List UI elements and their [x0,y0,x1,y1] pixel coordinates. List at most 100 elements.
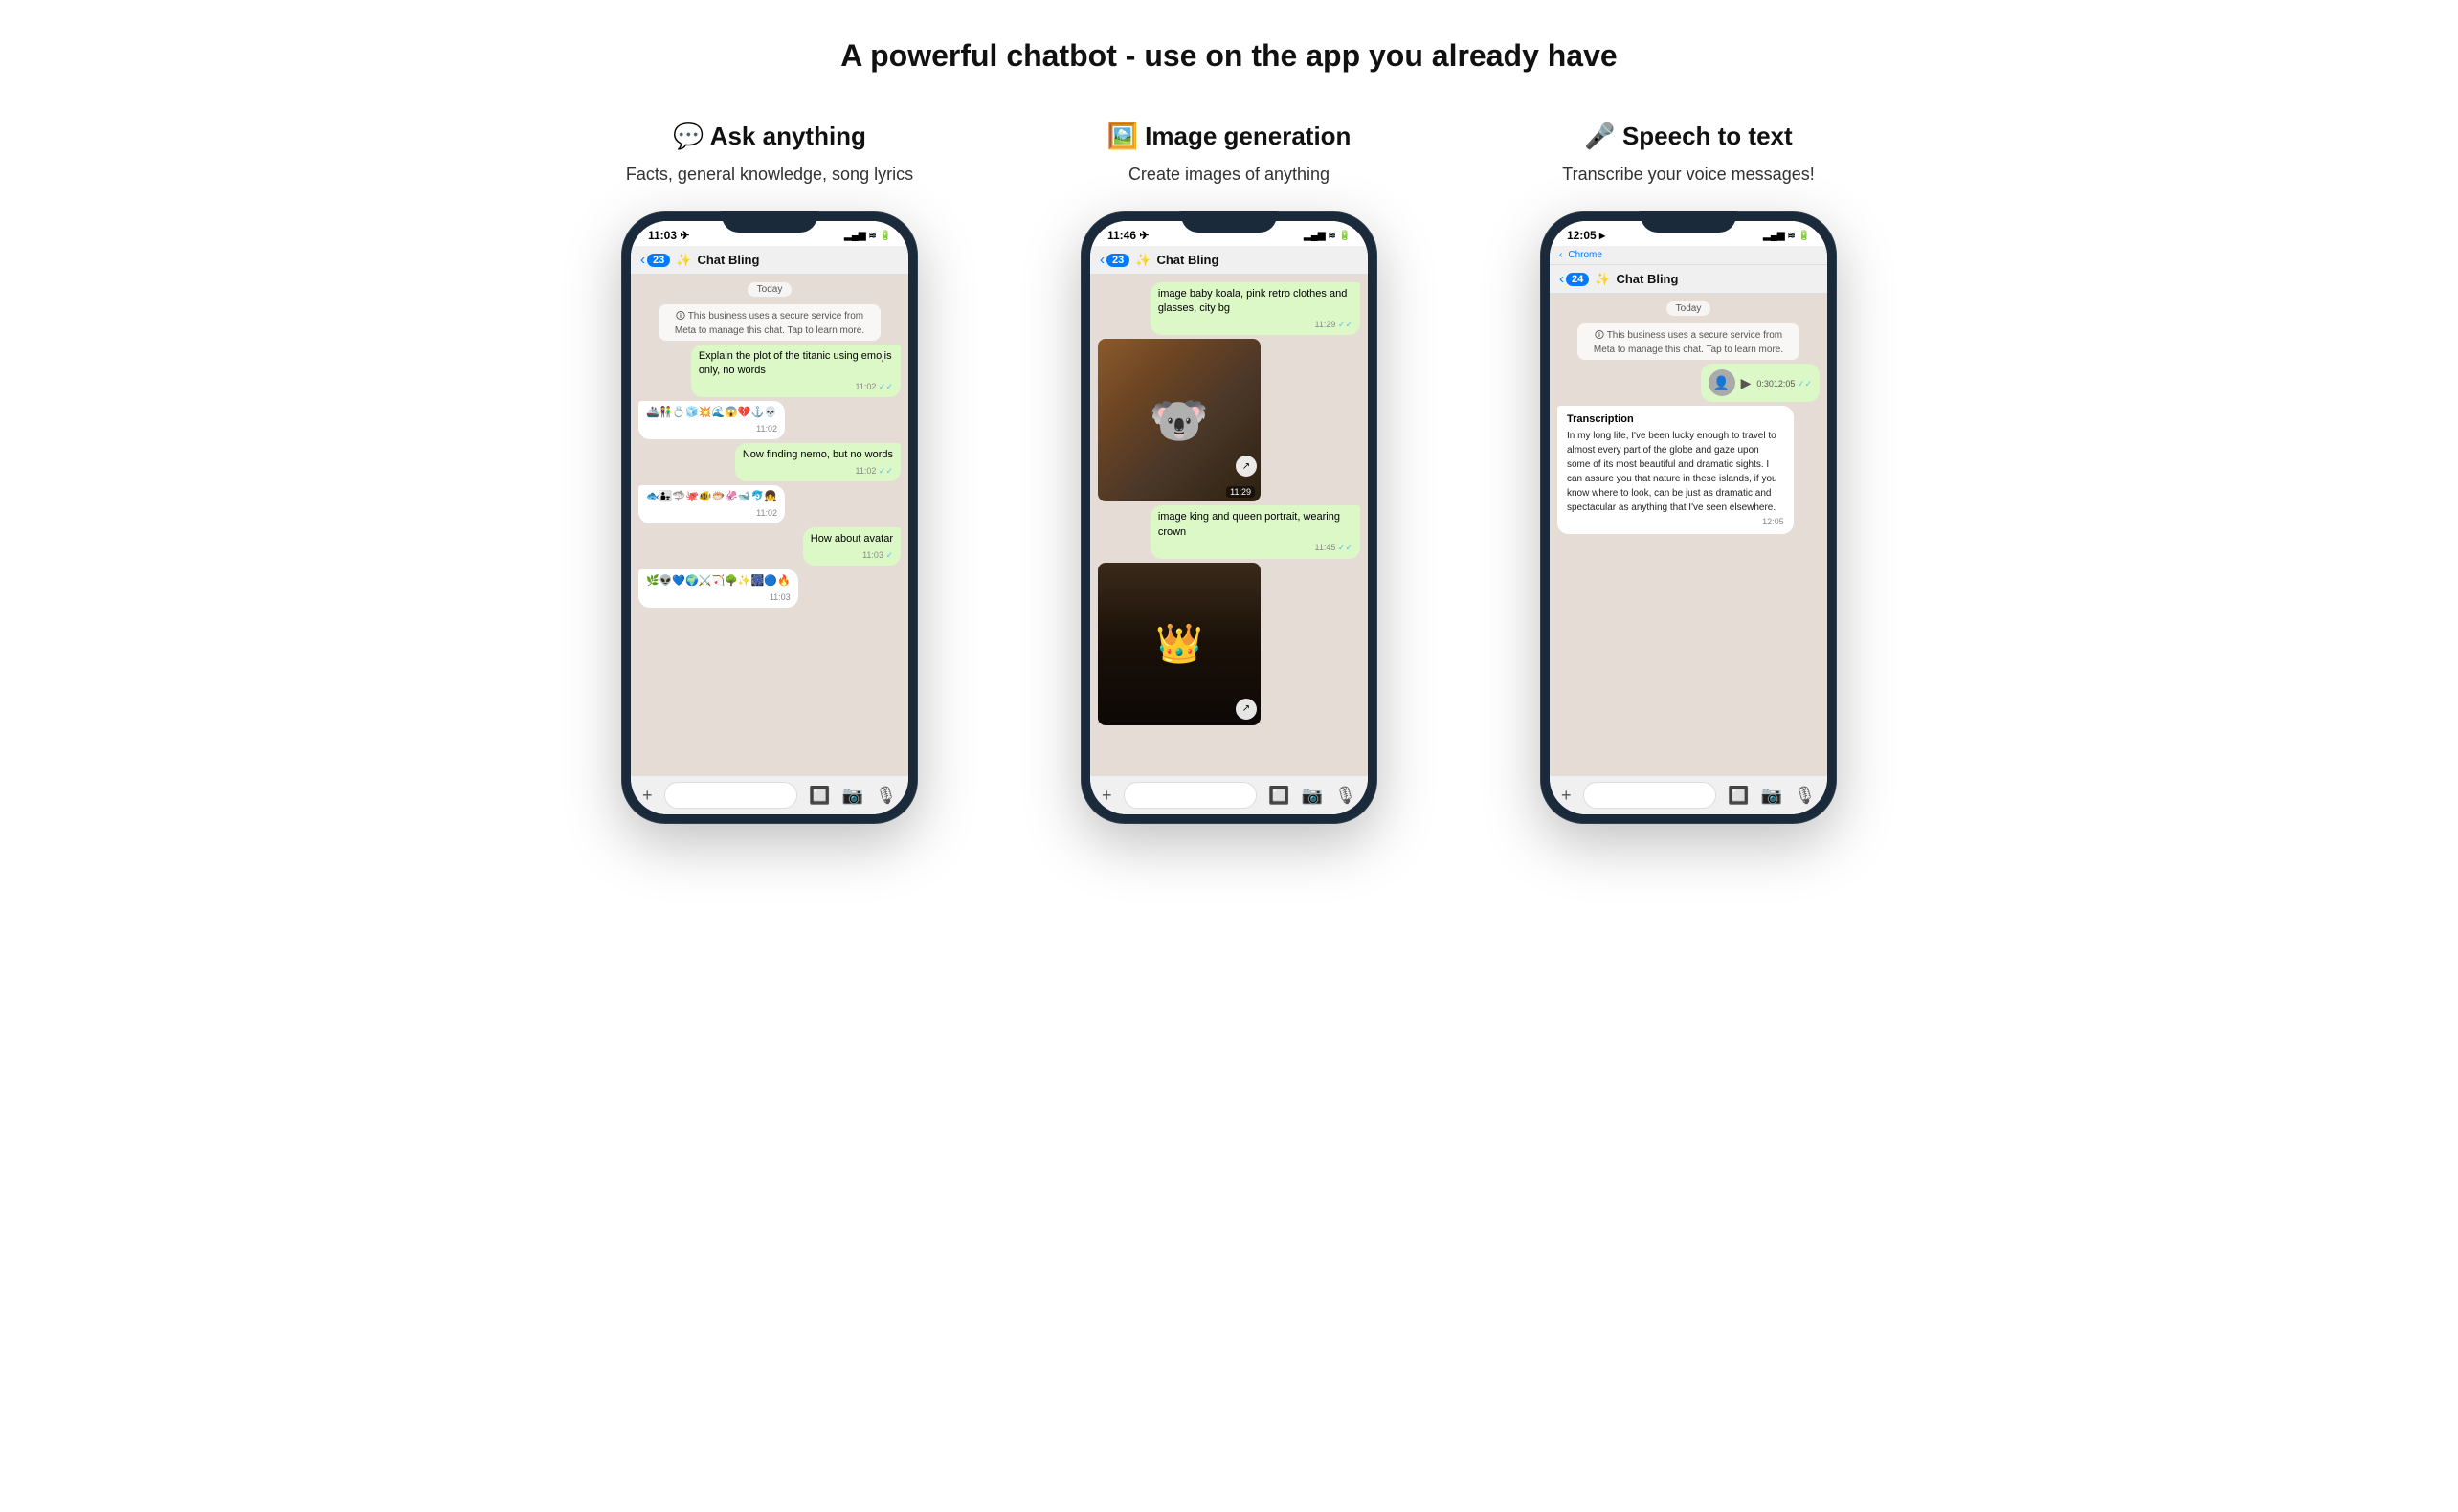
msg-sent-1: Explain the plot of the titanic using em… [691,345,901,397]
wa-header-speech: ‹ 24 ✨ Chat Bling [1550,265,1827,294]
status-icons-speech: ▂▄▆ ≋ 🔋 [1763,231,1810,241]
camera-icon-image[interactable]: 📷 [1302,786,1323,806]
badge-image: 23 [1106,254,1129,267]
msg-time-img-1: 11:29 ✓✓ [1158,319,1352,331]
page-title: A powerful chatbot - use on the app you … [840,38,1617,74]
sparkle-icon-speech: ✨ [1595,272,1610,287]
image-icon: 🖼️ [1107,122,1138,150]
status-icons-ask: ▂▄▆ ≋ 🔋 [844,231,891,241]
chat-name-image: Chat Bling [1156,253,1218,267]
phone-screen-image: 11:46 ✈ ▂▄▆ ≋ 🔋 ‹ 23 ✨ Chat Bling image … [1090,221,1368,814]
column-speech: 🎤 Speech to text Transcribe your voice m… [1487,122,1889,824]
wa-header-ask: ‹ 23 ✨ Chat Bling [631,246,908,275]
king-visual: 👑 [1098,563,1261,725]
camera-icon-speech[interactable]: 📷 [1761,786,1782,806]
feature-subtitle-image: Create images of anything [1128,165,1330,185]
chat-area-speech[interactable]: Today 🛈 This business uses a secure serv… [1550,294,1827,775]
column-ask: 💬 Ask anything Facts, general knowledge,… [569,122,971,824]
chevron-left-icon: ‹ [1559,250,1562,260]
badge-speech: 24 [1566,273,1589,286]
voice-waveform-container: 0:30 12:05 ✓✓ [1756,377,1812,389]
chrome-label: Chrome [1568,250,1602,260]
msg-time-r3: 11:03 [646,591,791,604]
date-label-ask: Today [748,282,793,297]
feature-title-ask: 💬 Ask anything [673,122,866,151]
koala-time: 11:29 [1226,486,1255,498]
voice-duration: 0:30 [1756,379,1774,389]
play-button[interactable]: ▶ [1741,375,1752,391]
wa-bottom-speech: + 🔲 📷 🎙 [1550,775,1827,814]
phone-screen-ask: 11:03 ✈ ▂▄▆ ≋ 🔋 ‹ 23 ✨ Chat Bling Today … [631,221,908,814]
transcript-title: Transcription [1567,413,1784,425]
chat-area-ask[interactable]: Today 🛈 This business uses a secure serv… [631,275,908,775]
time-speech: 12:05 ▸ [1567,229,1605,242]
voice-message: 👤 ▶ 0:30 12:05 ✓✓ [1701,364,1820,402]
king-image: 👑 [1098,563,1261,725]
phone-ask: 11:03 ✈ ▂▄▆ ≋ 🔋 ‹ 23 ✨ Chat Bling Today … [621,211,918,824]
plus-icon-image[interactable]: + [1102,786,1112,806]
phone-notch-speech [1641,211,1736,233]
sticker-icon-image[interactable]: 🔲 [1268,786,1289,806]
voice-meta: 0:30 12:05 ✓✓ [1756,379,1812,389]
msg-recv-1: 🚢👫💍🧊💥🌊😱💔⚓💀 11:02 [638,401,785,439]
msg-sent-3: How about avatar 11:03 ✓ [803,527,901,566]
chrome-bar: ‹ Chrome [1550,246,1827,265]
time-ask: 11:03 ✈ [648,229,689,242]
wa-header-image: ‹ 23 ✨ Chat Bling [1090,246,1368,275]
input-area-speech[interactable] [1583,782,1717,809]
koala-visual: 🐨 [1098,339,1261,501]
camera-icon-ask[interactable]: 📷 [842,786,863,806]
transcript-text: In my long life, I've been lucky enough … [1567,429,1784,515]
plus-icon-ask[interactable]: + [642,786,653,806]
system-msg-speech: 🛈 This business uses a secure service fr… [1577,323,1800,360]
column-image: 🖼️ Image generation Create images of any… [1028,122,1430,824]
king-container: 👑 ↗ [1098,563,1261,725]
back-button-image[interactable]: ‹ 23 [1100,252,1129,268]
input-area-ask[interactable] [664,782,798,809]
time-image: 11:46 ✈ [1107,229,1149,242]
date-label-speech: Today [1666,301,1711,316]
sparkle-icon-image: ✨ [1135,253,1151,268]
chat-area-image[interactable]: image baby koala, pink retro clothes and… [1090,275,1368,775]
phone-notch-img [1181,211,1277,233]
feature-subtitle-ask: Facts, general knowledge, song lyrics [626,165,913,185]
sticker-icon-ask[interactable]: 🔲 [809,786,830,806]
chat-name-speech: Chat Bling [1616,272,1678,286]
msg-time-r2: 11:02 [646,507,777,520]
msg-time-1: 11:02 ✓✓ [699,381,893,393]
msg-recv-2: 🐟👨‍👧🦈🐙🐠🐡🦑🐋🐬👧 11:02 [638,485,785,523]
input-area-image[interactable] [1124,782,1258,809]
sticker-icon-speech[interactable]: 🔲 [1728,786,1749,806]
phone-speech: 12:05 ▸ ▂▄▆ ≋ 🔋 ‹ Chrome ‹ 24 ✨ Chat Bli… [1540,211,1837,824]
back-button-speech[interactable]: ‹ 24 [1559,271,1589,287]
feature-subtitle-speech: Transcribe your voice messages! [1562,165,1814,185]
feature-title-image: 🖼️ Image generation [1107,122,1352,151]
msg-sent-img-2: image king and queen portrait, wearing c… [1151,505,1360,558]
msg-time-2: 11:02 ✓✓ [743,465,893,478]
transcript-time: 12:05 [1567,517,1784,526]
ask-icon: 💬 [673,122,704,150]
status-icons-image: ▂▄▆ ≋ 🔋 [1304,231,1351,241]
koala-container: 🐨 11:29 ↗ [1098,339,1261,501]
mic-icon-speech[interactable]: 🎙 [1794,786,1816,806]
phone-notch [722,211,817,233]
back-button-ask[interactable]: ‹ 23 [640,252,670,268]
speech-icon: 🎤 [1584,122,1615,150]
msg-time-3: 11:03 ✓ [811,549,893,562]
features-columns: 💬 Ask anything Facts, general knowledge,… [559,122,1899,824]
voice-time: 12:05 ✓✓ [1774,379,1812,389]
koala-image: 🐨 11:29 [1098,339,1261,501]
system-msg-ask: 🛈 This business uses a secure service fr… [659,304,882,341]
share-btn-king[interactable]: ↗ [1236,699,1257,720]
feature-title-speech: 🎤 Speech to text [1584,122,1792,151]
phone-image: 11:46 ✈ ▂▄▆ ≋ 🔋 ‹ 23 ✨ Chat Bling image … [1081,211,1377,824]
mic-icon-image[interactable]: 🎙 [1334,786,1356,806]
phone-screen-speech: 12:05 ▸ ▂▄▆ ≋ 🔋 ‹ Chrome ‹ 24 ✨ Chat Bli… [1550,221,1827,814]
msg-recv-3: 🌿👽💙🌍⚔️🏹🌳✨🎆🔵🔥 11:03 [638,569,798,608]
mic-icon-ask[interactable]: 🎙 [875,786,897,806]
sparkle-icon-ask: ✨ [676,253,691,268]
wa-bottom-ask: + 🔲 📷 🎙 [631,775,908,814]
transcript-bubble: Transcription In my long life, I've been… [1557,406,1794,534]
plus-icon-speech[interactable]: + [1561,786,1572,806]
msg-sent-2: Now finding nemo, but no words 11:02 ✓✓ [735,443,901,481]
